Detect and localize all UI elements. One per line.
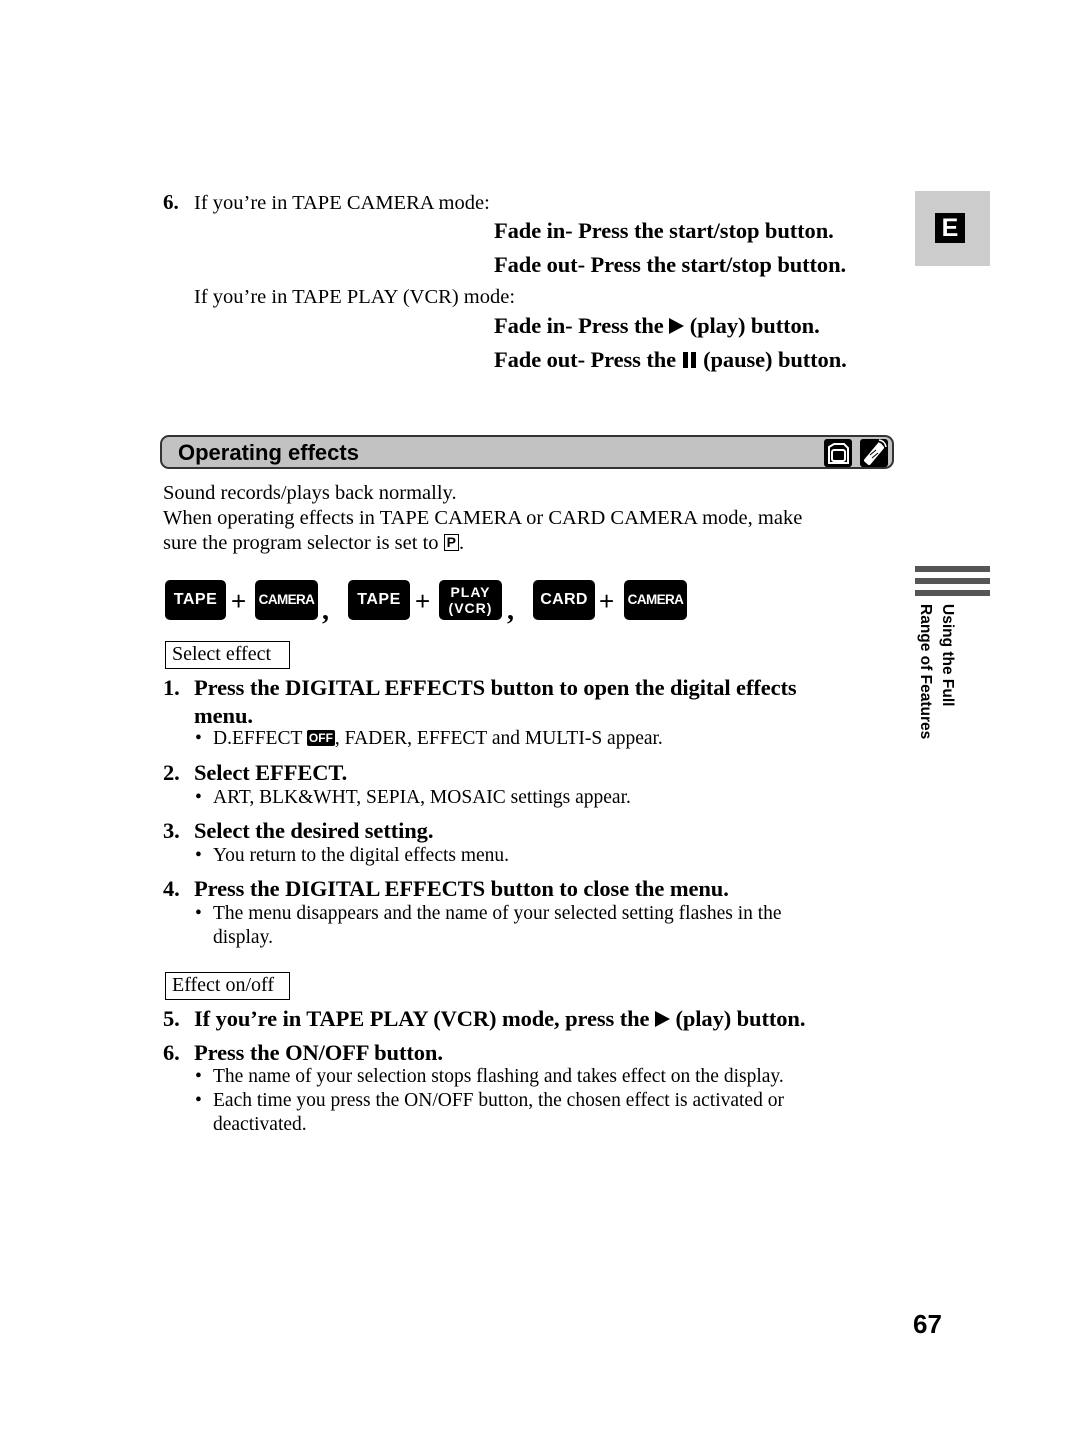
bullet-text: The menu disappears and the name of your… xyxy=(213,903,782,924)
program-p-icon: P xyxy=(443,534,459,551)
intro-line-3-text: sure the program selector is set to xyxy=(163,532,439,554)
fade-in-suffix: (play) button. xyxy=(689,313,820,338)
chip-card: CARD xyxy=(533,580,595,620)
bullet-dot: • xyxy=(195,728,202,749)
select-effect-label: Select effect xyxy=(165,641,290,669)
step-1-bullet: • D.EFFECT OFF, FADER, EFFECT and MULTI-S… xyxy=(195,727,663,751)
bullet-dot: • xyxy=(195,787,202,808)
intro-line-2: When operating effects in TAPE CAMERA or… xyxy=(163,507,803,529)
step-text: If you’re in TAPE PLAY (VCR) mode, press… xyxy=(194,1006,650,1031)
plus-sign: + xyxy=(599,586,615,616)
chip-tape: TAPE xyxy=(348,580,410,620)
step-number: 6. xyxy=(163,1040,180,1065)
step-6-bullet-2: • Each time you press the ON/OFF button, … xyxy=(195,1089,784,1113)
step-text: Press the ON/OFF button. xyxy=(194,1040,443,1065)
off-badge-icon: OFF xyxy=(306,730,335,746)
intro-line-3-period: . xyxy=(459,532,465,554)
bullet-dot: • xyxy=(195,903,202,924)
step-text: Select EFFECT. xyxy=(194,760,348,785)
bullet-text: display. xyxy=(213,927,273,948)
bullet-text: The name of your selection stops flashin… xyxy=(213,1066,784,1087)
bullet-dot: • xyxy=(195,1066,202,1087)
side-tab-bar xyxy=(915,566,990,572)
step-number: 4. xyxy=(163,876,180,901)
effect-onoff-label: Effect on/off xyxy=(165,972,290,1000)
camcorder-icon xyxy=(824,439,852,467)
chip-camera: CAMERA xyxy=(255,580,318,620)
bullet-text: , FADER, EFFECT and MULTI-S appear. xyxy=(334,728,663,749)
step-3: 3. Select the desired setting. xyxy=(163,817,433,845)
step-number: 6. xyxy=(163,190,179,214)
step-2-bullet: • ART, BLK&WHT, SEPIA, MOSAIC settings ap… xyxy=(195,786,631,810)
step-number: 3. xyxy=(163,818,180,843)
comma: , xyxy=(507,595,514,626)
bullet-text: deactivated. xyxy=(213,1114,307,1135)
side-tab-line-2: Range of Features xyxy=(917,604,934,740)
bullet-text: ART, BLK&WHT, SEPIA, MOSAIC settings app… xyxy=(213,787,631,808)
section-title: Operating effects xyxy=(178,440,359,465)
step-4-bullet-continued: display. xyxy=(213,926,273,950)
intro-line-1: Sound records/plays back normally. xyxy=(163,482,457,504)
intro-line-3: sure the program selector is set to P. xyxy=(163,531,464,556)
fade-out-prefix: Fade out- Press the xyxy=(494,347,677,372)
step-text: (play) button. xyxy=(675,1006,806,1031)
tape-play-fade-in: Fade in- Press the (play) button. xyxy=(494,312,820,340)
side-tab-bar xyxy=(915,590,990,596)
play-icon xyxy=(654,1011,670,1027)
bullet-text: D.EFFECT xyxy=(213,728,303,749)
tape-play-intro: If you’re in TAPE PLAY (VCR) mode: xyxy=(194,286,516,308)
step-3-bullet: • You return to the digital effects menu. xyxy=(195,844,509,868)
step-6-bullet-1: • The name of your selection stops flashi… xyxy=(195,1065,784,1089)
tape-camera-fade-out: Fade out- Press the start/stop button. xyxy=(494,252,847,277)
step-1: 1. Press the DIGITAL EFFECTS button to op… xyxy=(163,674,797,702)
comma: , xyxy=(322,595,329,626)
step-text: Select the desired setting. xyxy=(194,818,434,843)
chip-tape: TAPE xyxy=(165,580,226,620)
chip-play-vcr: PLAY (VCR) xyxy=(439,580,502,620)
play-icon xyxy=(669,318,685,334)
bullet-text: You return to the digital effects menu. xyxy=(213,845,510,866)
step-text: Press the DIGITAL EFFECTS button to clos… xyxy=(194,876,729,901)
side-tab-bar xyxy=(915,578,990,584)
plus-sign: + xyxy=(415,586,431,616)
step-1-continued: menu. xyxy=(194,703,253,728)
step-5: 5. If you’re in TAPE PLAY (VCR) mode, pre… xyxy=(163,1005,805,1033)
bullet-text: Each time you press the ON/OFF button, t… xyxy=(213,1090,784,1111)
page-number: 67 xyxy=(913,1309,942,1339)
bullet-dot: • xyxy=(195,845,202,866)
step-6: 6. Press the ON/OFF button. xyxy=(163,1039,443,1067)
fade-in-prefix: Fade in- Press the xyxy=(494,313,664,338)
step-4-bullet: • The menu disappears and the name of you… xyxy=(195,902,782,926)
tape-play-fade-out: Fade out- Press the (pause) button. xyxy=(494,346,847,374)
pause-icon xyxy=(682,352,698,368)
chip-camera: CAMERA xyxy=(624,580,687,620)
step-text: Press the DIGITAL EFFECTS button to open… xyxy=(194,675,797,700)
step-2: 2. Select EFFECT. xyxy=(163,759,347,787)
tape-camera-intro: If you’re in TAPE CAMERA mode: xyxy=(194,192,490,214)
step-number: 2. xyxy=(163,760,180,785)
step-6-bullet-2-continued: deactivated. xyxy=(213,1113,307,1137)
plus-sign: + xyxy=(231,586,247,616)
step-number: 5. xyxy=(163,1006,180,1031)
side-tab-line-1: Using the Full xyxy=(939,604,956,707)
language-letter: E xyxy=(935,213,965,243)
step-number: 1. xyxy=(163,675,180,700)
side-tab-label: Range of Features Using the Full xyxy=(913,604,961,749)
fade-out-suffix: (pause) button. xyxy=(703,347,847,372)
tape-camera-fade-in: Fade in- Press the start/stop button. xyxy=(494,218,834,243)
step-4: 4. Press the DIGITAL EFFECTS button to cl… xyxy=(163,875,729,903)
bullet-dot: • xyxy=(195,1090,202,1111)
remote-control-icon xyxy=(860,439,888,467)
section-header: Operating effects xyxy=(160,435,894,469)
language-tab: E xyxy=(915,191,990,266)
fade-step-6-intro: 6. If you’re in TAPE CAMERA mode: xyxy=(163,190,490,216)
